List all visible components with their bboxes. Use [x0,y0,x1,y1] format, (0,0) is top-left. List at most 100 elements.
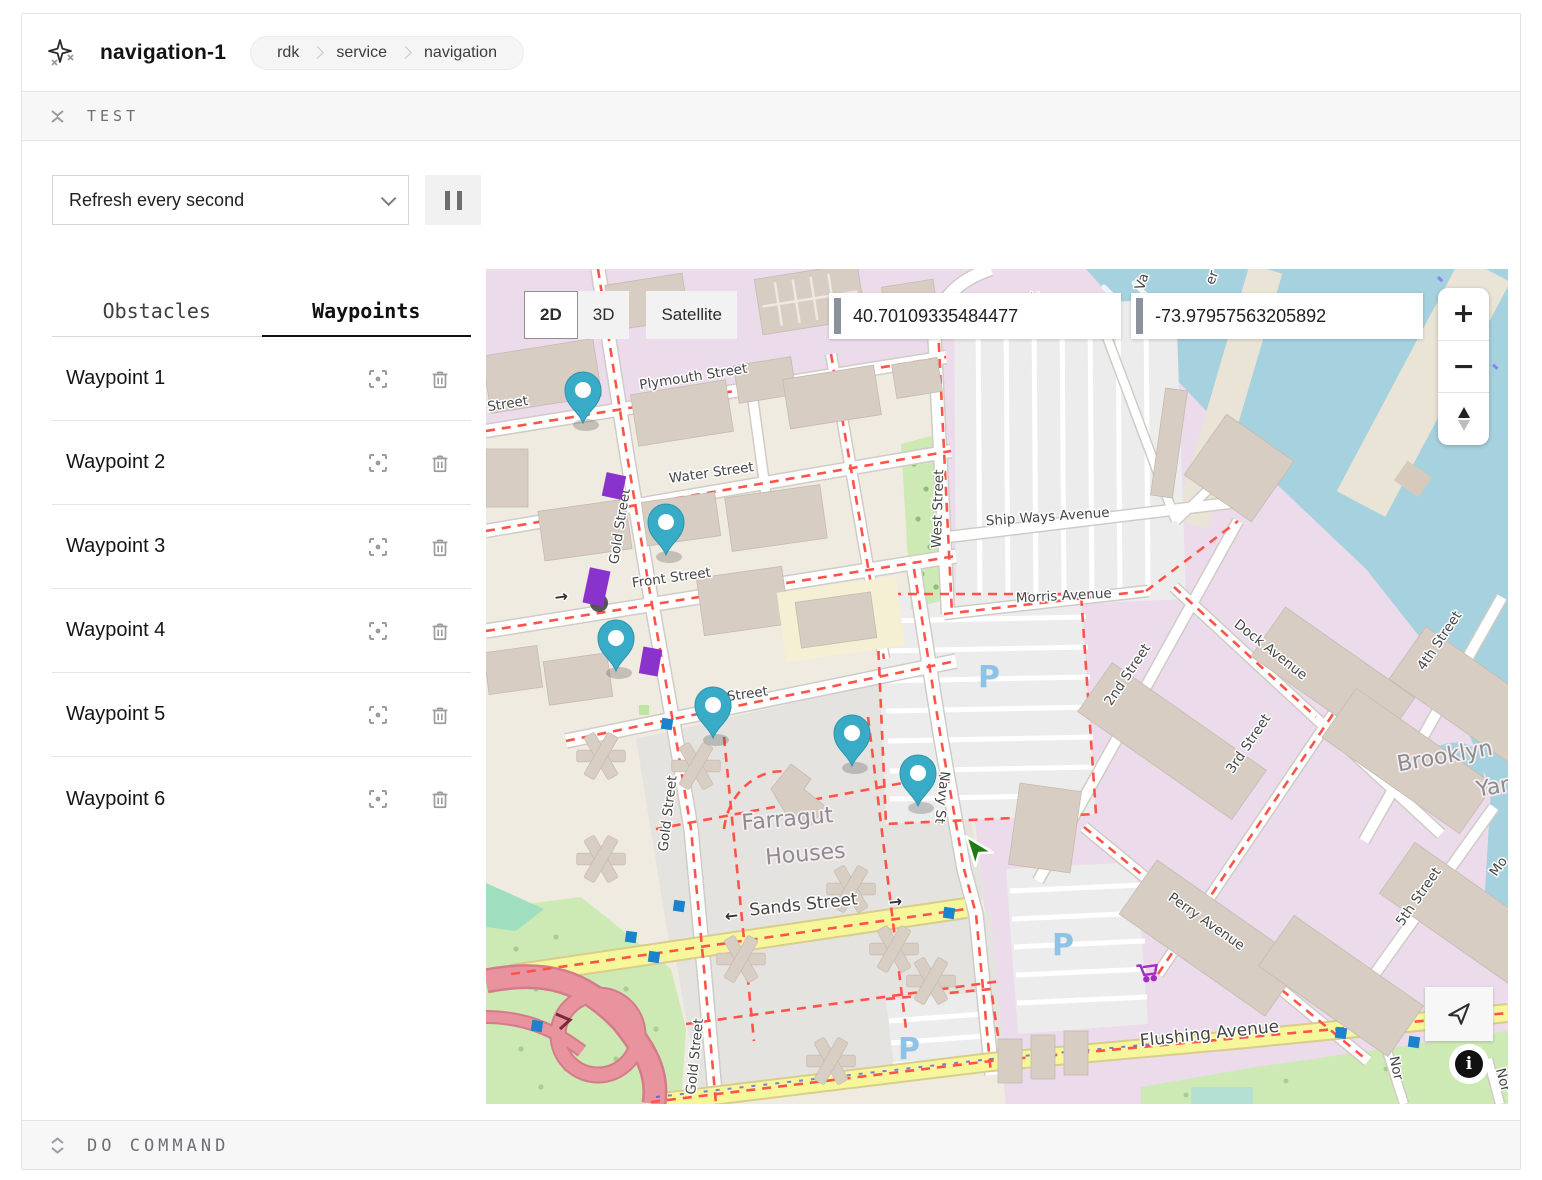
zoom-in-button[interactable]: + [1438,288,1489,340]
attribution-button[interactable]: i [1449,1044,1489,1084]
zoom-out-button[interactable]: − [1438,340,1489,393]
center-focus-icon [366,367,390,391]
delete-waypoint-button[interactable] [427,786,453,812]
navigation-card: navigation-1 rdk service navigation TEST… [21,13,1521,1170]
waypoint-row: Waypoint 3 [52,505,471,589]
navigate-arrow-icon [1446,1001,1472,1027]
waypoint-label: Waypoint 3 [52,535,329,558]
zoom-control: + − [1438,288,1489,445]
delete-waypoint-button[interactable] [427,450,453,476]
center-focus-icon [366,535,390,559]
focus-waypoint-button[interactable] [365,366,391,392]
test-section-label: TEST [87,107,139,125]
center-focus-icon [366,703,390,727]
view-satellite-button[interactable]: Satellite [646,291,736,339]
waypoint-row: Waypoint 1 [52,337,471,421]
view-2d-button[interactable]: 2D [524,291,578,339]
breadcrumb-item: service [330,44,393,62]
waypoint-label: Waypoint 2 [52,451,329,474]
parking-icon: P [898,1032,920,1067]
refresh-rate-select[interactable]: Refresh every second [52,175,409,225]
center-focus-icon [366,619,390,643]
svg-text:Yar: Yar [1473,772,1508,803]
do-command-label: DO COMMAND [87,1136,229,1156]
waypoint-row: Waypoint 6 [52,757,471,841]
trash-icon [429,620,451,642]
traffic-signal-icon [661,718,673,730]
traffic-signal-icon [673,900,685,912]
waypoint-row: Waypoint 2 [52,421,471,505]
chevron-down-icon [381,190,397,206]
parking-icon: P [1052,928,1074,963]
traffic-signal-icon [648,951,660,963]
traffic-signal-icon [1335,1027,1347,1039]
waypoint-row: Waypoint 4 [52,589,471,673]
longitude-handle [1136,298,1143,334]
chevron-right-icon [311,46,324,59]
test-content: Obstacles Waypoints Waypoint 1 Waypoint … [22,269,1520,1104]
compass-icon [1453,405,1475,433]
pause-button[interactable] [425,175,481,225]
do-command-section-header[interactable]: DO COMMAND [22,1120,1520,1170]
locate-button[interactable] [1425,987,1493,1041]
delete-waypoint-button[interactable] [427,702,453,728]
pause-icon [445,191,450,210]
pause-icon [457,191,462,210]
page-title: navigation-1 [100,41,226,65]
breadcrumb-item: rdk [271,44,305,62]
longitude-input[interactable] [1131,293,1423,339]
view-3d-button[interactable]: 3D [578,291,630,339]
tab-waypoints[interactable]: Waypoints [262,291,472,337]
focus-waypoint-button[interactable] [365,786,391,812]
breadcrumb: rdk service navigation [250,36,524,70]
svg-text:→: → [553,586,569,607]
delete-waypoint-button[interactable] [427,534,453,560]
trash-icon [429,704,451,726]
card-header: navigation-1 rdk service navigation [22,14,1520,91]
trash-icon [429,788,451,810]
focus-waypoint-button[interactable] [365,450,391,476]
expand-icon [50,1137,65,1154]
compass-button[interactable] [1438,392,1489,445]
svg-text:→: → [888,891,903,911]
map-canvas[interactable]: PPP h StreetPlymouth StreetWater StreetF… [486,269,1508,1104]
traffic-signal-icon [625,931,637,943]
waypoint-label: Waypoint 1 [52,367,329,390]
focus-waypoint-button[interactable] [365,534,391,560]
info-icon: i [1455,1050,1483,1078]
traffic-signal-icon [1408,1036,1420,1048]
breadcrumb-item: navigation [418,44,503,62]
test-section-header[interactable]: TEST [22,91,1520,141]
waypoint-row: Waypoint 5 [52,673,471,757]
center-focus-icon [366,451,390,475]
map-image: PPP h StreetPlymouth StreetWater StreetF… [486,269,1508,1104]
focus-waypoint-button[interactable] [365,618,391,644]
traffic-signal-icon [943,907,955,919]
refresh-rate-value: Refresh every second [69,190,244,211]
waypoint-list: Waypoint 1 Waypoint 2 [52,337,486,841]
collapse-icon [50,108,65,125]
traffic-signal-icon [531,1020,543,1032]
svg-text:West Street: West Street [929,469,948,548]
svg-text:←: ← [724,905,739,925]
map-view-toggle: 2D 3D Satellite [524,291,737,339]
trash-icon [429,536,451,558]
center-focus-icon [366,787,390,811]
trash-icon [429,368,451,390]
latitude-handle [834,298,841,334]
sparkles-icon [46,37,78,69]
panel-tabs: Obstacles Waypoints [52,291,471,337]
focus-waypoint-button[interactable] [365,702,391,728]
tab-obstacles[interactable]: Obstacles [52,291,262,337]
waypoints-panel: Obstacles Waypoints Waypoint 1 Waypoint … [22,269,486,1104]
refresh-controls: Refresh every second [22,141,1520,225]
waypoint-label: Waypoint 6 [52,788,329,811]
waypoint-label: Waypoint 4 [52,619,329,642]
parking-icon: P [978,660,1000,695]
chevron-right-icon [399,46,412,59]
waypoint-label: Waypoint 5 [52,703,329,726]
delete-waypoint-button[interactable] [427,366,453,392]
latitude-input[interactable] [829,293,1121,339]
trash-icon [429,452,451,474]
delete-waypoint-button[interactable] [427,618,453,644]
